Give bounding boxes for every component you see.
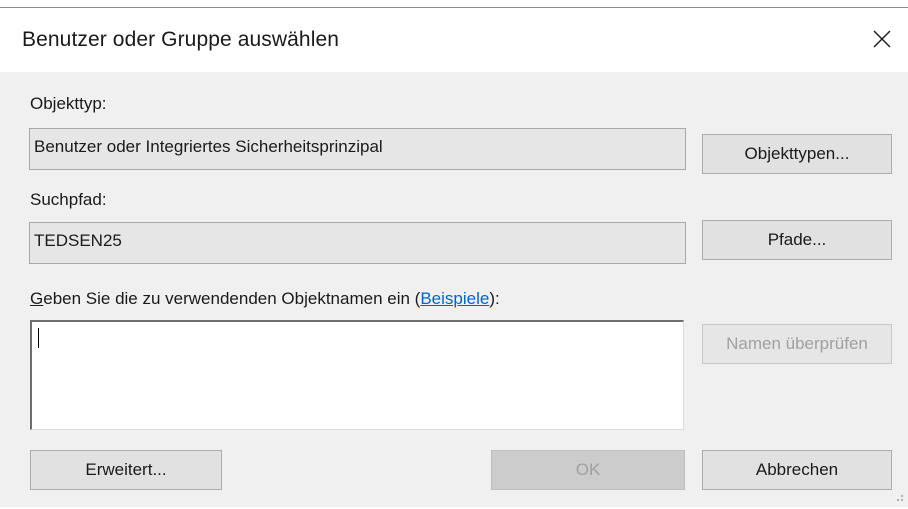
close-icon (872, 29, 892, 54)
text-caret (38, 328, 39, 348)
check-names-button-label: Namen überprüfen (726, 334, 868, 353)
title-bar: Benutzer oder Gruppe auswählen (0, 8, 908, 72)
object-names-input[interactable] (30, 320, 684, 430)
object-types-button[interactable]: Objekttypen... (702, 134, 892, 174)
check-names-button[interactable]: Namen überprüfen (702, 324, 892, 364)
advanced-button[interactable]: Erweitert... (30, 450, 222, 490)
advanced-button-label: Erweitert... (85, 460, 167, 479)
prompt-accelerator-letter: G (30, 289, 44, 308)
object-type-value: Benutzer oder Integriertes Sicherheitspr… (34, 137, 383, 156)
ok-button[interactable]: OK (491, 450, 685, 490)
cancel-button[interactable]: Abbrechen (702, 450, 892, 490)
search-path-label: Suchpfad: (30, 190, 107, 209)
object-types-button-label: Objekttypen... (744, 144, 850, 163)
select-user-or-group-dialog: Benutzer oder Gruppe auswählen Objekttyp… (0, 0, 908, 507)
paths-button[interactable]: Pfade... (702, 220, 892, 260)
close-button[interactable] (856, 22, 908, 60)
cancel-button-label: Abbrechen (755, 460, 839, 479)
paths-button-label: Pfade... (767, 230, 827, 249)
object-type-field: Benutzer oder Integriertes Sicherheitspr… (29, 128, 686, 170)
prompt-end: ): (489, 289, 500, 308)
search-path-value: TEDSEN25 (34, 231, 122, 250)
window-top-edge (0, 0, 908, 8)
search-path-field: TEDSEN25 (29, 222, 686, 264)
object-names-prompt: Geben Sie die zu verwendenden Objektname… (30, 289, 500, 309)
dialog-title: Benutzer oder Gruppe auswählen (22, 28, 340, 51)
examples-link[interactable]: Beispiele (420, 289, 489, 308)
object-type-label: Objekttyp: (30, 94, 107, 113)
resize-grip-icon[interactable] (894, 491, 904, 501)
prompt-text: eben Sie die zu verwendenden Objektnamen… (43, 289, 421, 308)
ok-button-label: OK (575, 460, 601, 479)
